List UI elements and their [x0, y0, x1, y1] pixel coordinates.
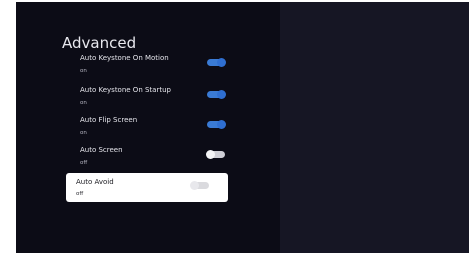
- setting-label: Auto Flip Screen: [80, 116, 138, 124]
- toggle-knob: [190, 181, 199, 190]
- setting-label: Auto Avoid: [76, 178, 114, 186]
- auto-flip-screen-toggle[interactable]: [207, 120, 226, 129]
- toggle-knob: [217, 120, 226, 129]
- settings-panel: Advanced Auto Keystone On Motion on Auto…: [16, 2, 280, 253]
- auto-screen-toggle[interactable]: [206, 150, 225, 159]
- setting-value: off: [76, 191, 84, 197]
- toggle-knob: [217, 58, 226, 67]
- setting-value: on: [80, 68, 87, 74]
- page-title: Advanced: [62, 34, 137, 52]
- setting-value: off: [80, 160, 88, 166]
- settings-screen: Advanced Auto Keystone On Motion on Auto…: [16, 2, 469, 253]
- setting-label: Auto Screen: [80, 146, 123, 154]
- toggle-knob: [217, 90, 226, 99]
- setting-auto-flip-screen[interactable]: Auto Flip Screen on: [78, 116, 228, 142]
- setting-value: on: [80, 100, 87, 106]
- setting-label: Auto Keystone On Startup: [80, 86, 171, 94]
- toggle-knob: [206, 150, 215, 159]
- setting-label: Auto Keystone On Motion: [80, 54, 169, 62]
- setting-auto-avoid[interactable]: Auto Avoid off: [66, 173, 228, 202]
- preview-panel: [280, 2, 469, 253]
- auto-avoid-toggle[interactable]: [190, 181, 209, 190]
- auto-keystone-on-motion-toggle[interactable]: [207, 58, 226, 67]
- setting-auto-keystone-on-startup[interactable]: Auto Keystone On Startup on: [78, 86, 228, 112]
- auto-keystone-on-startup-toggle[interactable]: [207, 90, 226, 99]
- setting-auto-keystone-on-motion[interactable]: Auto Keystone On Motion on: [78, 54, 228, 80]
- setting-value: on: [80, 130, 87, 136]
- setting-auto-screen[interactable]: Auto Screen off: [78, 146, 228, 172]
